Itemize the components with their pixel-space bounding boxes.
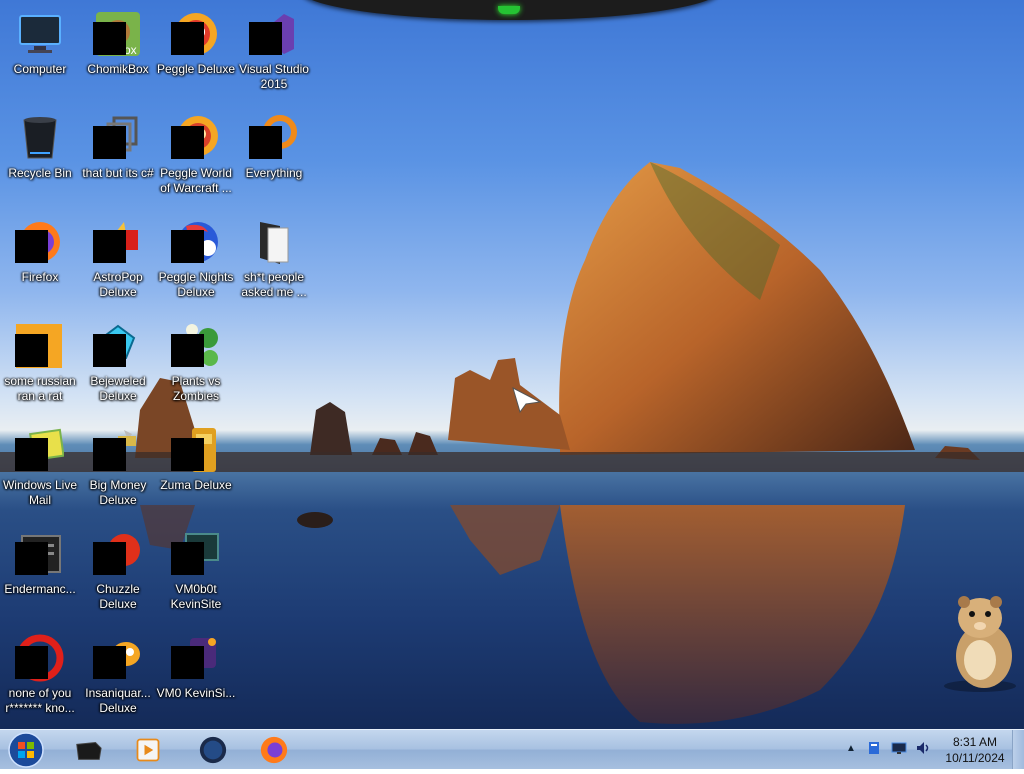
clock-time: 8:31 AM xyxy=(952,735,998,749)
icon-label: Zuma Deluxe xyxy=(160,478,232,492)
icon-label: Endermanc... xyxy=(4,582,76,596)
desktop-wallpaper[interactable]: Computer ox ChomikBox Peggle Deluxe Visu… xyxy=(0,0,1024,729)
redaction-box xyxy=(93,438,126,471)
icon-label: ChomikBox xyxy=(87,62,149,76)
taskbar-pinned-globe-app[interactable] xyxy=(185,732,241,767)
icon-label: Windows Live Mail xyxy=(2,478,78,507)
desktop-icon-visual-studio[interactable]: Visual Studio 2015 xyxy=(234,4,314,106)
redaction-box xyxy=(15,230,48,263)
windows-start-orb-icon xyxy=(8,732,44,768)
icon-label: Visual Studio 2015 xyxy=(239,62,309,91)
black-box-app-icon xyxy=(76,741,102,760)
icon-label: some russian ran a rat xyxy=(4,374,76,403)
action-center-flag-icon[interactable] xyxy=(867,740,883,756)
redaction-box xyxy=(15,334,48,367)
desktop-icon-peggle[interactable]: Peggle Deluxe xyxy=(156,4,236,106)
redaction-box xyxy=(93,334,126,367)
desktop-icon-firefox[interactable]: Firefox xyxy=(0,212,80,314)
desktop-icon-folder[interactable]: sh*t people asked me ... xyxy=(234,212,314,314)
redaction-box xyxy=(93,126,126,159)
redaction-box xyxy=(171,22,204,55)
desktop-icon-some-russian[interactable]: e some russian ran a rat xyxy=(0,316,80,418)
icon-label: Peggle World of Warcraft ... xyxy=(160,166,232,195)
desktop-icon-big-money[interactable]: Big Money Deluxe xyxy=(78,420,158,522)
media-player-icon xyxy=(136,738,160,761)
show-desktop-button[interactable] xyxy=(1012,730,1024,769)
firefox-icon xyxy=(260,736,288,763)
desktop-icon-recycle-bin[interactable]: Recycle Bin xyxy=(0,108,80,210)
computer-monitor-icon xyxy=(16,10,64,58)
desktop-icon-vm0-kevinsite[interactable]: VM0 KevinSi... xyxy=(156,628,236,729)
desktop-icon-vm0b0t[interactable]: VM0b0t KevinSite xyxy=(156,524,236,626)
redaction-box xyxy=(93,230,126,263)
desktop-icon-windows-live-mail[interactable]: Windows Live Mail xyxy=(0,420,80,522)
show-hidden-icons-button[interactable]: ▲ xyxy=(846,743,856,754)
redaction-box xyxy=(171,126,204,159)
desktop-icon-chuzzle[interactable]: Chuzzle Deluxe xyxy=(78,524,158,626)
network-icon[interactable] xyxy=(891,740,907,756)
icon-label: Peggle Nights Deluxe xyxy=(158,270,234,299)
redaction-box xyxy=(171,230,204,263)
icon-label: Bejeweled Deluxe xyxy=(90,374,146,403)
icon-label: Big Money Deluxe xyxy=(89,478,147,507)
taskbar-pinned-black-box-app[interactable] xyxy=(60,732,116,767)
icon-label: Firefox xyxy=(21,270,59,284)
system-clock[interactable]: 8:31 AM 10/11/2024 xyxy=(940,734,1010,766)
icon-label: VM0 KevinSi... xyxy=(156,686,236,700)
redaction-box xyxy=(93,646,126,679)
redaction-box xyxy=(93,22,126,55)
icon-label: Plants vs Zombies xyxy=(171,374,221,403)
redaction-box xyxy=(171,542,204,575)
redaction-box xyxy=(15,542,48,575)
redaction-box xyxy=(249,22,282,55)
desktop-icon-endermanc[interactable]: Endermanc... xyxy=(0,524,80,626)
desktop-icon-chomikbox[interactable]: ox ChomikBox xyxy=(78,4,158,106)
start-button[interactable] xyxy=(5,731,47,769)
redaction-box xyxy=(171,438,204,471)
icon-label: none of you r******* kno... xyxy=(5,686,75,715)
icon-label: Computer xyxy=(13,62,67,76)
desktop-icon-computer[interactable]: Computer xyxy=(0,4,80,106)
taskbar-pinned-firefox[interactable] xyxy=(246,732,302,767)
icon-label: Everything xyxy=(245,166,303,180)
redaction-box xyxy=(249,126,282,159)
desktop-icon-everything[interactable]: Everything xyxy=(234,108,314,210)
desktop-icon-peggle-wow[interactable]: Peggle World of Warcraft ... xyxy=(156,108,236,210)
redaction-box xyxy=(15,646,48,679)
taskbar-pinned-media-player[interactable] xyxy=(120,732,176,767)
globe-app-icon xyxy=(199,736,227,763)
redaction-box xyxy=(171,646,204,679)
desktop-icon-astropop[interactable]: AstroPop Deluxe xyxy=(78,212,158,314)
icon-label: AstroPop Deluxe xyxy=(93,270,143,299)
desktop-icon-zuma[interactable]: Zuma Deluxe xyxy=(156,420,236,522)
desktop-icon-that-but-its-csharp[interactable]: that but its c# xyxy=(78,108,158,210)
recycle-bin-icon xyxy=(16,114,64,162)
volume-icon[interactable] xyxy=(915,740,931,756)
icon-label: sh*t people asked me ... xyxy=(241,270,307,299)
desktop-icon-insaniquarium[interactable]: Insaniquar... Deluxe xyxy=(78,628,158,729)
taskbar: ▲ 8:31 AM 10/11/2024 xyxy=(0,729,1024,769)
desktop-icon-peggle-nights[interactable]: Peggle Nights Deluxe xyxy=(156,212,236,314)
redaction-box xyxy=(93,542,126,575)
desktop-icon-bejeweled[interactable]: Bejeweled Deluxe xyxy=(78,316,158,418)
folder-icon xyxy=(250,218,298,266)
desktop-icon-opera[interactable]: none of you r******* kno... xyxy=(0,628,80,729)
redaction-box xyxy=(171,334,204,367)
icon-label: Insaniquar... Deluxe xyxy=(85,686,151,715)
icon-label: Peggle Deluxe xyxy=(156,62,236,76)
icon-label: VM0b0t KevinSite xyxy=(170,582,222,611)
clock-date: 10/11/2024 xyxy=(945,751,1005,765)
icon-label: Chuzzle Deluxe xyxy=(96,582,140,611)
icon-label: Recycle Bin xyxy=(8,166,72,180)
desktop-icon-plants-vs-zombies[interactable]: Plants vs Zombies xyxy=(156,316,236,418)
redaction-box xyxy=(15,438,48,471)
hamster-desktop-pet[interactable] xyxy=(940,590,1020,694)
icon-label: that but its c# xyxy=(82,166,154,180)
